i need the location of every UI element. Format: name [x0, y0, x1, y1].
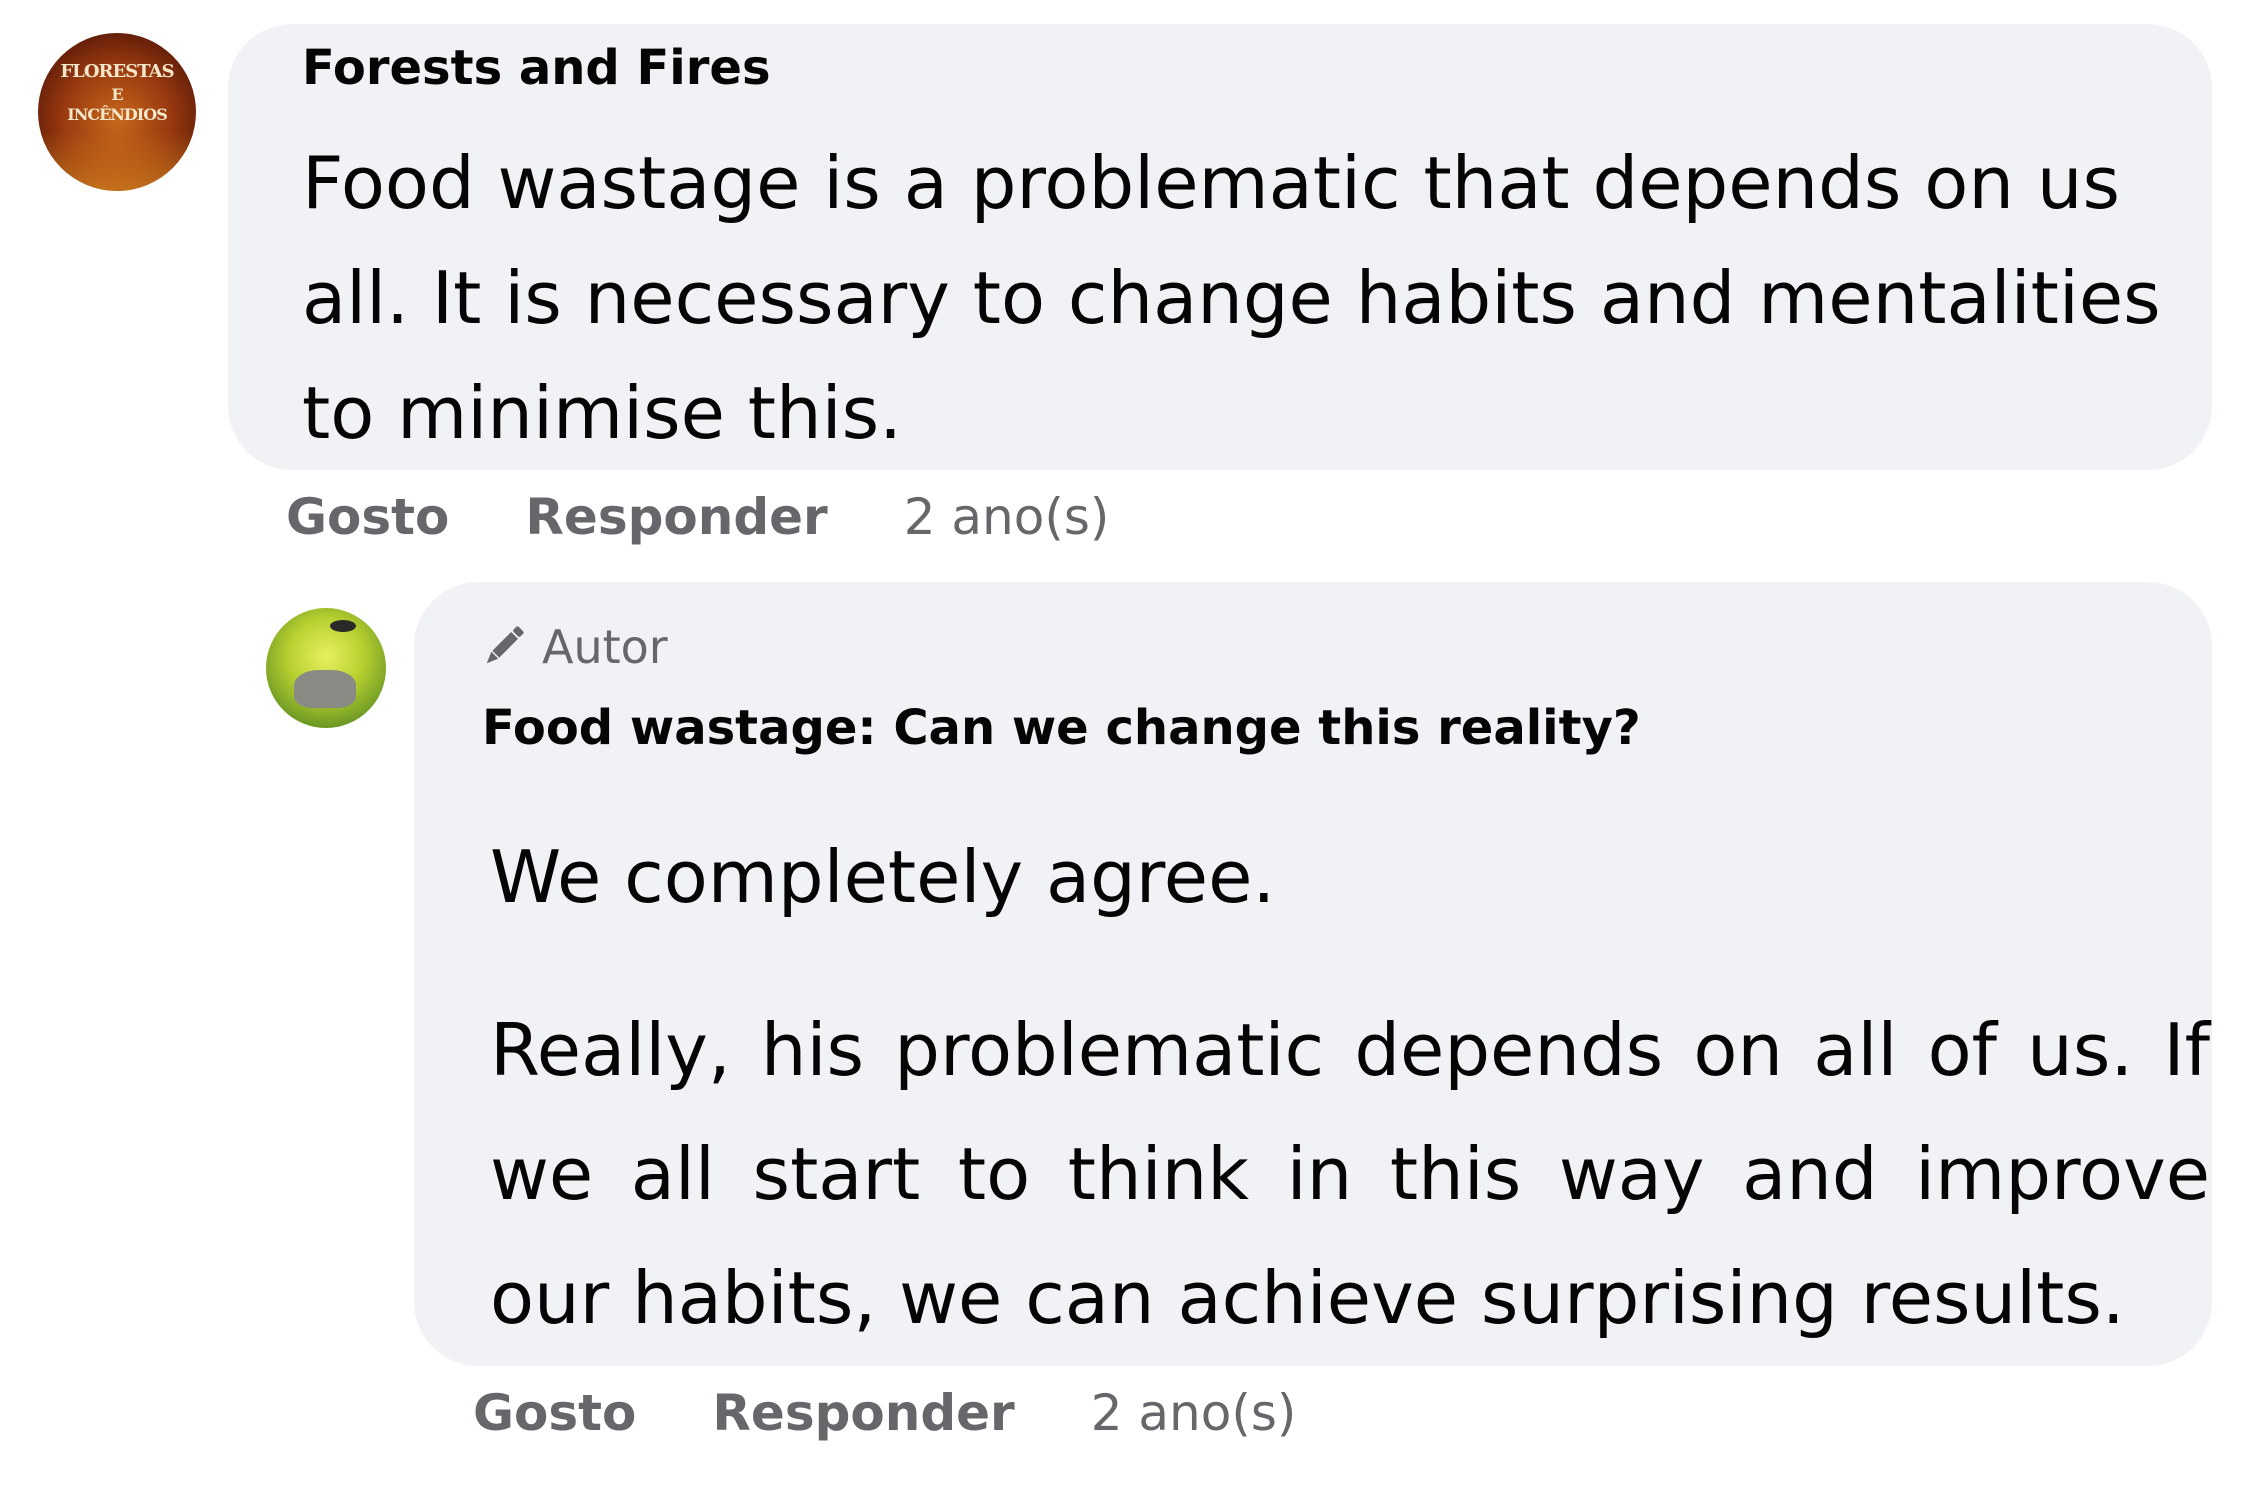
like-button[interactable]: Gosto: [286, 488, 449, 546]
avatar-logo-text: E: [111, 85, 123, 104]
comment-timestamp[interactable]: 2 ano(s): [904, 488, 1110, 546]
comment-author-name[interactable]: Food wastage: Can we change this reality…: [482, 700, 1641, 756]
pencil-icon: [486, 626, 524, 664]
reply-button[interactable]: Responder: [525, 488, 827, 546]
avatar-page-author[interactable]: [266, 608, 386, 728]
avatar-forests-and-fires[interactable]: FLORESTAS E INCÊNDIOS: [38, 33, 196, 191]
like-button[interactable]: Gosto: [473, 1384, 636, 1442]
reply-text-paragraph: Really, his problematic depends on all o…: [490, 1008, 2210, 1340]
comment-actions: Gosto Responder 2 ano(s): [286, 488, 1109, 546]
author-badge: Autor: [474, 618, 668, 676]
badge-label: Autor: [542, 620, 668, 674]
reply-text: We completely agree. Really, his problem…: [490, 822, 2210, 1360]
reply-actions: Gosto Responder 2 ano(s): [473, 1384, 1296, 1442]
comment-author-name[interactable]: Forests and Fires: [302, 40, 771, 96]
comment-text-paragraph: Food wastage is a problematic that depen…: [302, 141, 2161, 455]
avatar-logo-text: INCÊNDIOS: [67, 105, 168, 124]
comment-timestamp[interactable]: 2 ano(s): [1091, 1384, 1297, 1442]
reply-button[interactable]: Responder: [712, 1384, 1014, 1442]
avatar-figure-decoration: [330, 620, 356, 632]
avatar-figure-decoration: [294, 670, 356, 708]
reply-text-paragraph: We completely agree.: [490, 835, 1276, 919]
comment-text: Food wastage is a problematic that depen…: [302, 126, 2162, 471]
avatar-flame-decoration: [38, 131, 196, 191]
avatar-logo-text: FLORESTAS: [60, 61, 174, 82]
